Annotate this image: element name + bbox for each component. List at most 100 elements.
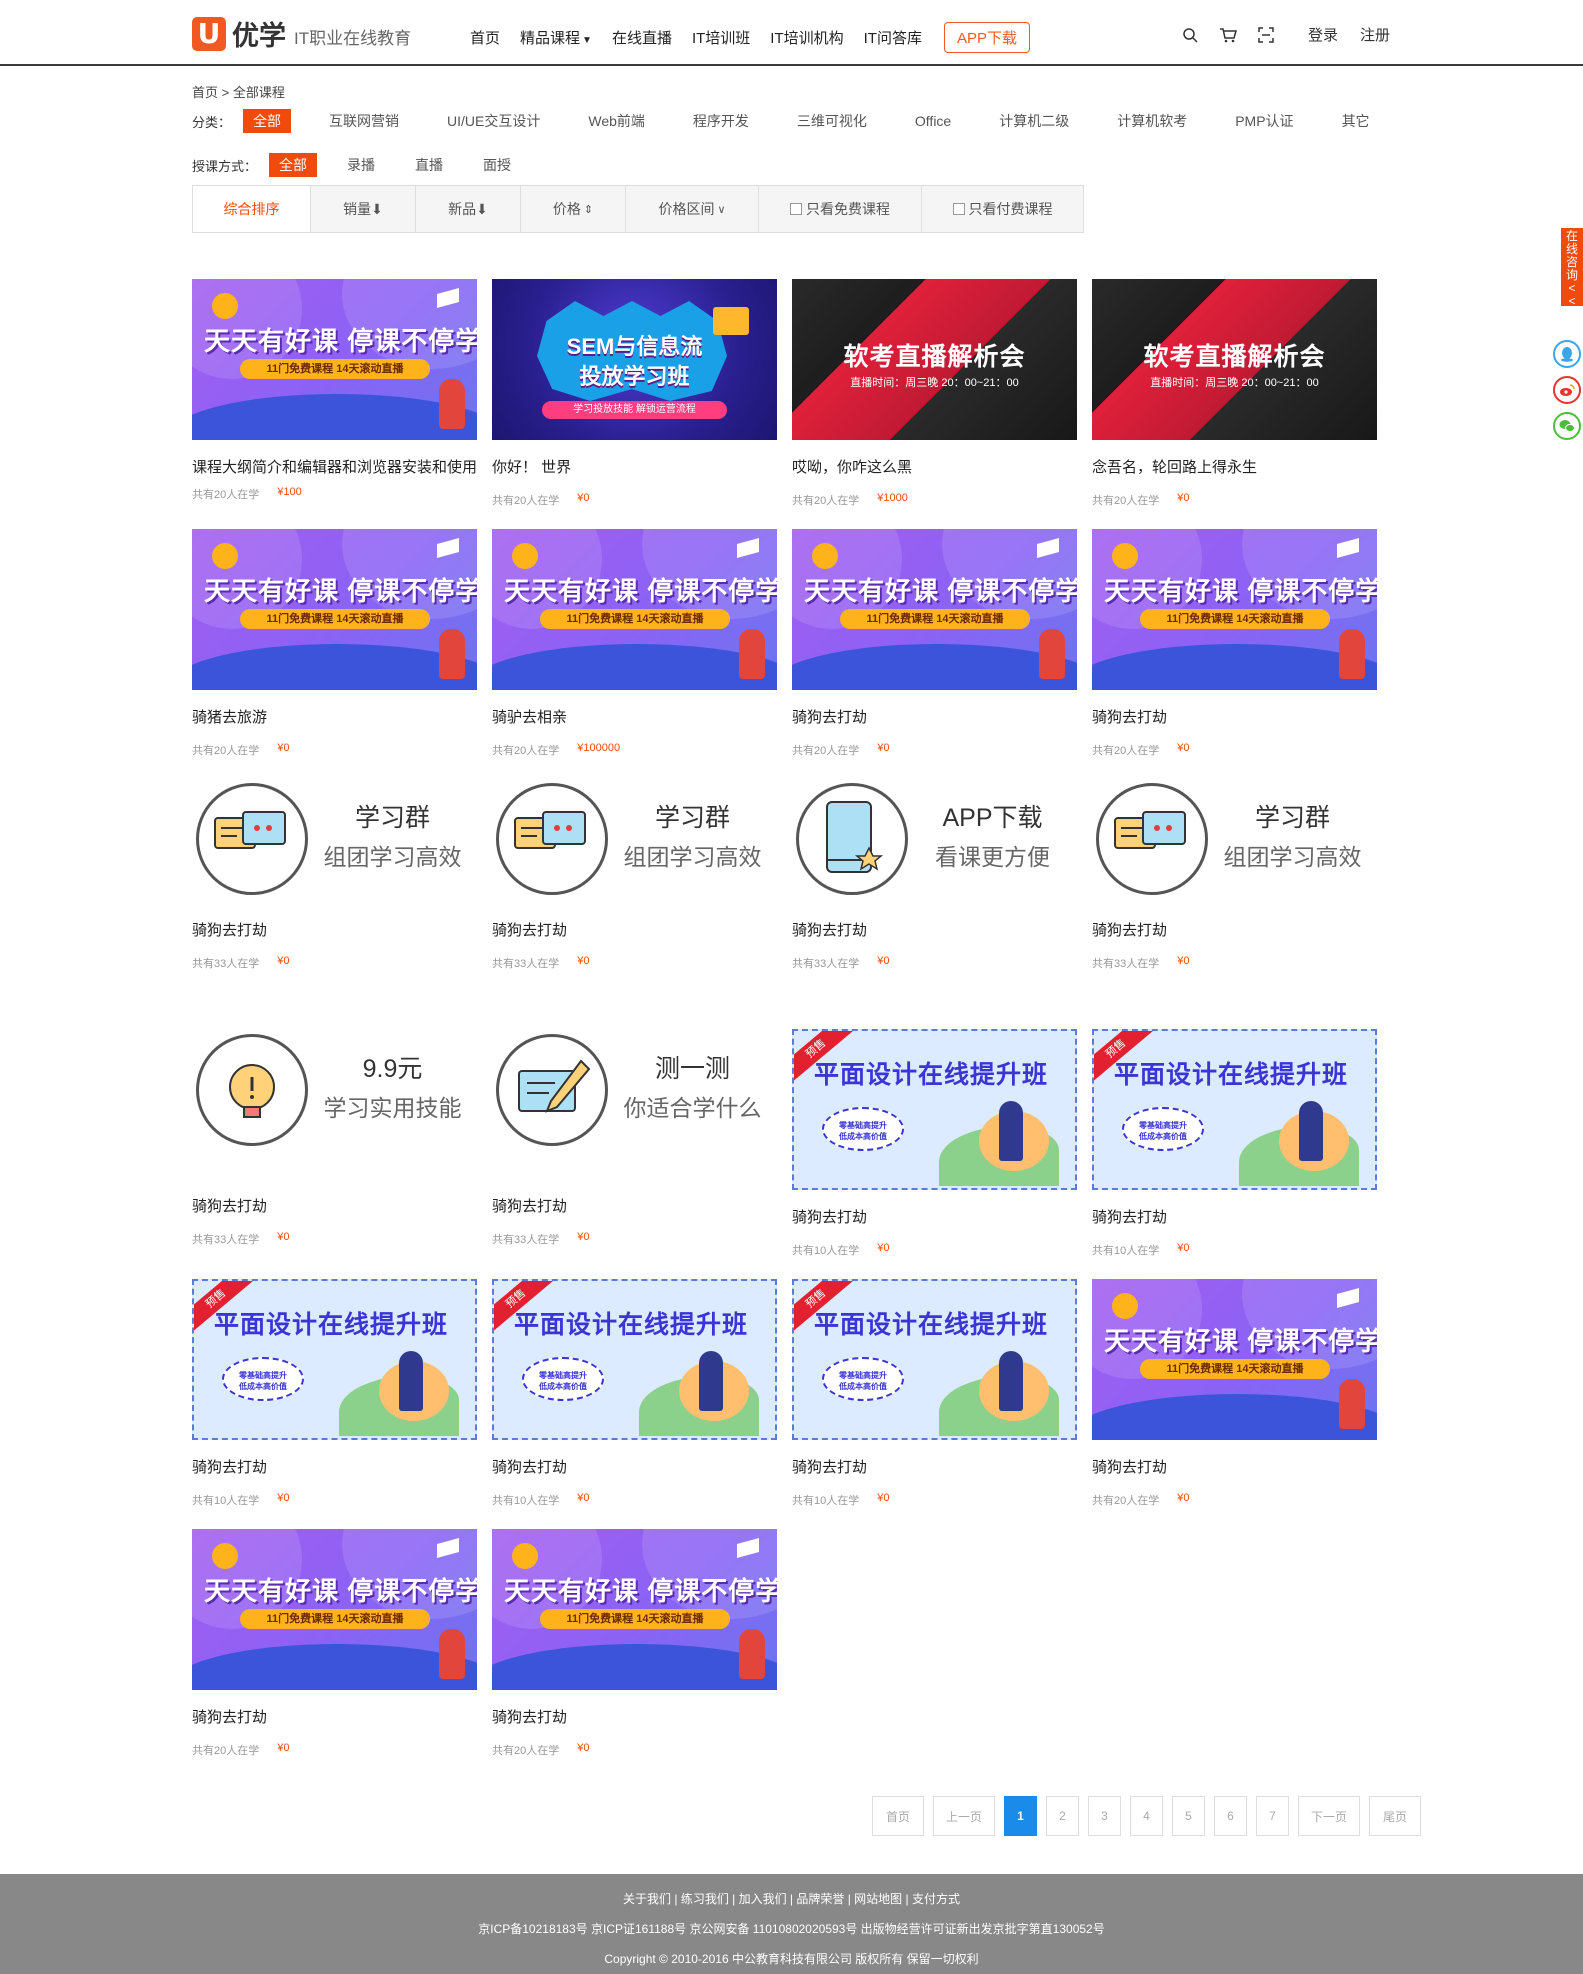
course-card[interactable]: 天天有好课 停课不停学 11门免费课程 14天滚动直播 骑狗去打劫 共有20人在学…	[1092, 529, 1377, 758]
nav-home[interactable]: 首页	[470, 27, 500, 48]
course-title[interactable]: 念吾名，轮回路上得永生	[1092, 460, 1377, 476]
category-web-frontend[interactable]: Web前端	[578, 109, 655, 133]
course-title[interactable]: 骑狗去打劫	[792, 710, 1077, 726]
sort-sales[interactable]: 销量 ⬇	[311, 186, 416, 232]
sort-overall[interactable]: 综合排序	[193, 186, 311, 232]
pager-page-4[interactable]: 4	[1130, 1796, 1163, 1836]
pager-prev[interactable]: 上一页	[933, 1796, 995, 1836]
search-icon[interactable]	[1180, 25, 1200, 45]
category-software-exam[interactable]: 计算机软考	[1107, 109, 1197, 133]
course-title[interactable]: 骑狗去打劫	[492, 1460, 777, 1476]
course-card[interactable]: 天天有好课 停课不停学 11门免费课程 14天滚动直播 骑狗去打劫 共有20人在学…	[192, 1529, 477, 1758]
course-title[interactable]: 骑狗去打劫	[1092, 923, 1377, 939]
course-title[interactable]: 骑狗去打劫	[192, 1199, 477, 1215]
category-other[interactable]: 其它	[1332, 109, 1380, 133]
sort-price[interactable]: 价格 ⇕	[521, 186, 626, 232]
free-only-checkbox[interactable]	[790, 203, 802, 215]
pager-next[interactable]: 下一页	[1298, 1796, 1360, 1836]
course-card[interactable]: 测一测 你适合学什么 骑狗去打劫 共有33人在学 ¥0	[492, 1029, 777, 1247]
course-title[interactable]: 哎呦，你咋这么黑	[792, 460, 1077, 476]
course-card[interactable]: 学习群 组团学习高效 骑狗去打劫 共有33人在学 ¥0	[192, 778, 477, 971]
course-thumbnail[interactable]: 软考直播解析会 直播时间：周三晚 20：00~21：00	[1092, 279, 1377, 440]
nav-premium-courses[interactable]: 精品课程 ▼	[520, 27, 592, 48]
course-card[interactable]: 天天有好课 停课不停学 11门免费课程 14天滚动直播 骑狗去打劫 共有20人在学…	[792, 529, 1077, 758]
course-card[interactable]: 天天有好课 停课不停学 11门免费课程 14天滚动直播 骑猪去旅游 共有20人在学…	[192, 529, 477, 758]
course-title[interactable]: 骑狗去打劫	[192, 1710, 477, 1726]
course-thumbnail[interactable]: 9.9元 学习实用技能	[192, 1029, 477, 1169]
course-title[interactable]: 骑狗去打劫	[192, 1460, 477, 1476]
nav-training-class[interactable]: IT培训班	[692, 27, 750, 48]
course-title[interactable]: 骑狗去打劫	[1092, 1210, 1377, 1226]
wechat-icon[interactable]	[1553, 412, 1581, 440]
course-title[interactable]: 骑狗去打劫	[1092, 1460, 1377, 1476]
weibo-icon[interactable]	[1553, 376, 1581, 404]
course-card[interactable]: 预售 平面设计在线提升班 零基础高提升 低成本高价值 骑狗去打劫 共有10人在学 ¥0	[492, 1279, 777, 1508]
course-card[interactable]: 预售 平面设计在线提升班 零基础高提升 低成本高价值 骑狗去打劫 共有10人在学 ¥0	[192, 1279, 477, 1508]
course-thumbnail[interactable]: 天天有好课 停课不停学 11门免费课程 14天滚动直播	[192, 1529, 477, 1690]
category-internet-marketing[interactable]: 互联网营销	[319, 109, 409, 133]
register-link[interactable]: 注册	[1360, 24, 1390, 45]
course-title[interactable]: 骑驴去相亲	[492, 710, 777, 726]
mode-in-person[interactable]: 面授	[473, 153, 521, 177]
category-pmp[interactable]: PMP认证	[1225, 109, 1303, 133]
course-card[interactable]: APP下载 看课更方便 骑狗去打劫 共有33人在学 ¥0	[792, 778, 1077, 971]
category-ui-ue[interactable]: UI/UE交互设计	[437, 109, 550, 133]
pager-first[interactable]: 首页	[872, 1796, 924, 1836]
course-title[interactable]: 课程大纲简介和编辑器和浏览器安装和使用	[192, 460, 477, 476]
course-thumbnail[interactable]: 天天有好课 停课不停学 11门免费课程 14天滚动直播	[192, 529, 477, 690]
paid-only-checkbox[interactable]	[952, 203, 965, 215]
mode-all[interactable]: 全部	[269, 153, 318, 177]
course-thumbnail[interactable]: 学习群 组团学习高效	[192, 778, 477, 918]
course-thumbnail[interactable]: 天天有好课 停课不停学 11门免费课程 14天滚动直播	[192, 279, 477, 440]
course-title[interactable]: 骑狗去打劫	[792, 1460, 1077, 1476]
category-3d-visualization[interactable]: 三维可视化	[787, 109, 877, 133]
qq-icon[interactable]	[1553, 340, 1581, 368]
mode-live[interactable]: 直播	[405, 153, 453, 177]
nav-live[interactable]: 在线直播	[612, 27, 672, 48]
course-thumbnail[interactable]: 天天有好课 停课不停学 11门免费课程 14天滚动直播	[1092, 1279, 1377, 1440]
filter-paid-only[interactable]: 只看付费课程	[922, 186, 1083, 232]
course-title[interactable]: 骑狗去打劫	[1092, 710, 1377, 726]
course-card[interactable]: SEM与信息流 投放学习班 学习投放技能 解锁运营流程 你好！ 世界 共有20人在…	[492, 279, 777, 508]
category-computer-level2[interactable]: 计算机二级	[989, 109, 1079, 133]
course-title[interactable]: 你好！ 世界	[492, 460, 777, 476]
course-thumbnail[interactable]: 学习群 组团学习高效	[492, 778, 777, 918]
mode-recorded[interactable]: 录播	[337, 153, 385, 177]
course-title[interactable]: 骑猪去旅游	[192, 710, 477, 726]
pager-page-6[interactable]: 6	[1214, 1796, 1247, 1836]
course-thumbnail[interactable]: 软考直播解析会 直播时间：周三晚 20：00~21：00	[792, 279, 1077, 440]
course-title[interactable]: 骑狗去打劫	[792, 1210, 1077, 1226]
course-thumbnail[interactable]: 预售 平面设计在线提升班 零基础高提升 低成本高价值	[192, 1279, 477, 1440]
cart-icon[interactable]	[1218, 25, 1238, 45]
course-card[interactable]: 预售 平面设计在线提升班 零基础高提升 低成本高价值 骑狗去打劫 共有10人在学 ¥0	[792, 1029, 1077, 1258]
course-card[interactable]: 天天有好课 停课不停学 11门免费课程 14天滚动直播 骑驴去相亲 共有20人在学…	[492, 529, 777, 758]
course-card[interactable]: 天天有好课 停课不停学 11门免费课程 14天滚动直播 课程大纲简介和编辑器和浏…	[192, 279, 477, 502]
course-thumbnail[interactable]: 学习群 组团学习高效	[1092, 778, 1377, 918]
pager-page-5[interactable]: 5	[1172, 1796, 1205, 1836]
sort-new[interactable]: 新品 ⬇	[416, 186, 521, 232]
pager-last[interactable]: 尾页	[1369, 1796, 1421, 1836]
course-thumbnail[interactable]: APP下载 看课更方便	[792, 778, 1077, 918]
course-thumbnail[interactable]: 天天有好课 停课不停学 11门免费课程 14天滚动直播	[792, 529, 1077, 690]
course-card[interactable]: 预售 平面设计在线提升班 零基础高提升 低成本高价值 骑狗去打劫 共有10人在学 ¥0	[792, 1279, 1077, 1508]
category-all[interactable]: 全部	[243, 109, 292, 133]
pager-page-2[interactable]: 2	[1046, 1796, 1079, 1836]
app-download-button[interactable]: APP下载	[943, 22, 1030, 53]
course-card[interactable]: 预售 平面设计在线提升班 零基础高提升 低成本高价值 骑狗去打劫 共有10人在学 ¥0	[1092, 1029, 1377, 1258]
course-thumbnail[interactable]: 预售 平面设计在线提升班 零基础高提升 低成本高价值	[792, 1279, 1077, 1440]
pager-page-1[interactable]: 1	[1004, 1796, 1037, 1836]
course-thumbnail[interactable]: 预售 平面设计在线提升班 零基础高提升 低成本高价值	[792, 1029, 1077, 1190]
online-consult-tab[interactable]: 在线咨询<<	[1561, 228, 1583, 308]
course-card[interactable]: 学习群 组团学习高效 骑狗去打劫 共有33人在学 ¥0	[1092, 778, 1377, 971]
course-title[interactable]: 骑狗去打劫	[492, 1199, 777, 1215]
course-thumbnail[interactable]: 天天有好课 停课不停学 11门免费课程 14天滚动直播	[1092, 529, 1377, 690]
course-thumbnail[interactable]: 天天有好课 停课不停学 11门免费课程 14天滚动直播	[492, 1529, 777, 1690]
category-office[interactable]: Office	[905, 111, 961, 131]
course-card[interactable]: 天天有好课 停课不停学 11门免费课程 14天滚动直播 骑狗去打劫 共有20人在学…	[1092, 1279, 1377, 1508]
category-programming[interactable]: 程序开发	[683, 109, 759, 133]
course-thumbnail[interactable]: 预售 平面设计在线提升班 零基础高提升 低成本高价值	[1092, 1029, 1377, 1190]
course-title[interactable]: 骑狗去打劫	[192, 923, 477, 939]
course-title[interactable]: 骑狗去打劫	[492, 1710, 777, 1726]
site-logo[interactable]: U 优学 IT职业在线教育	[192, 14, 411, 53]
course-thumbnail[interactable]: 预售 平面设计在线提升班 零基础高提升 低成本高价值	[492, 1279, 777, 1440]
